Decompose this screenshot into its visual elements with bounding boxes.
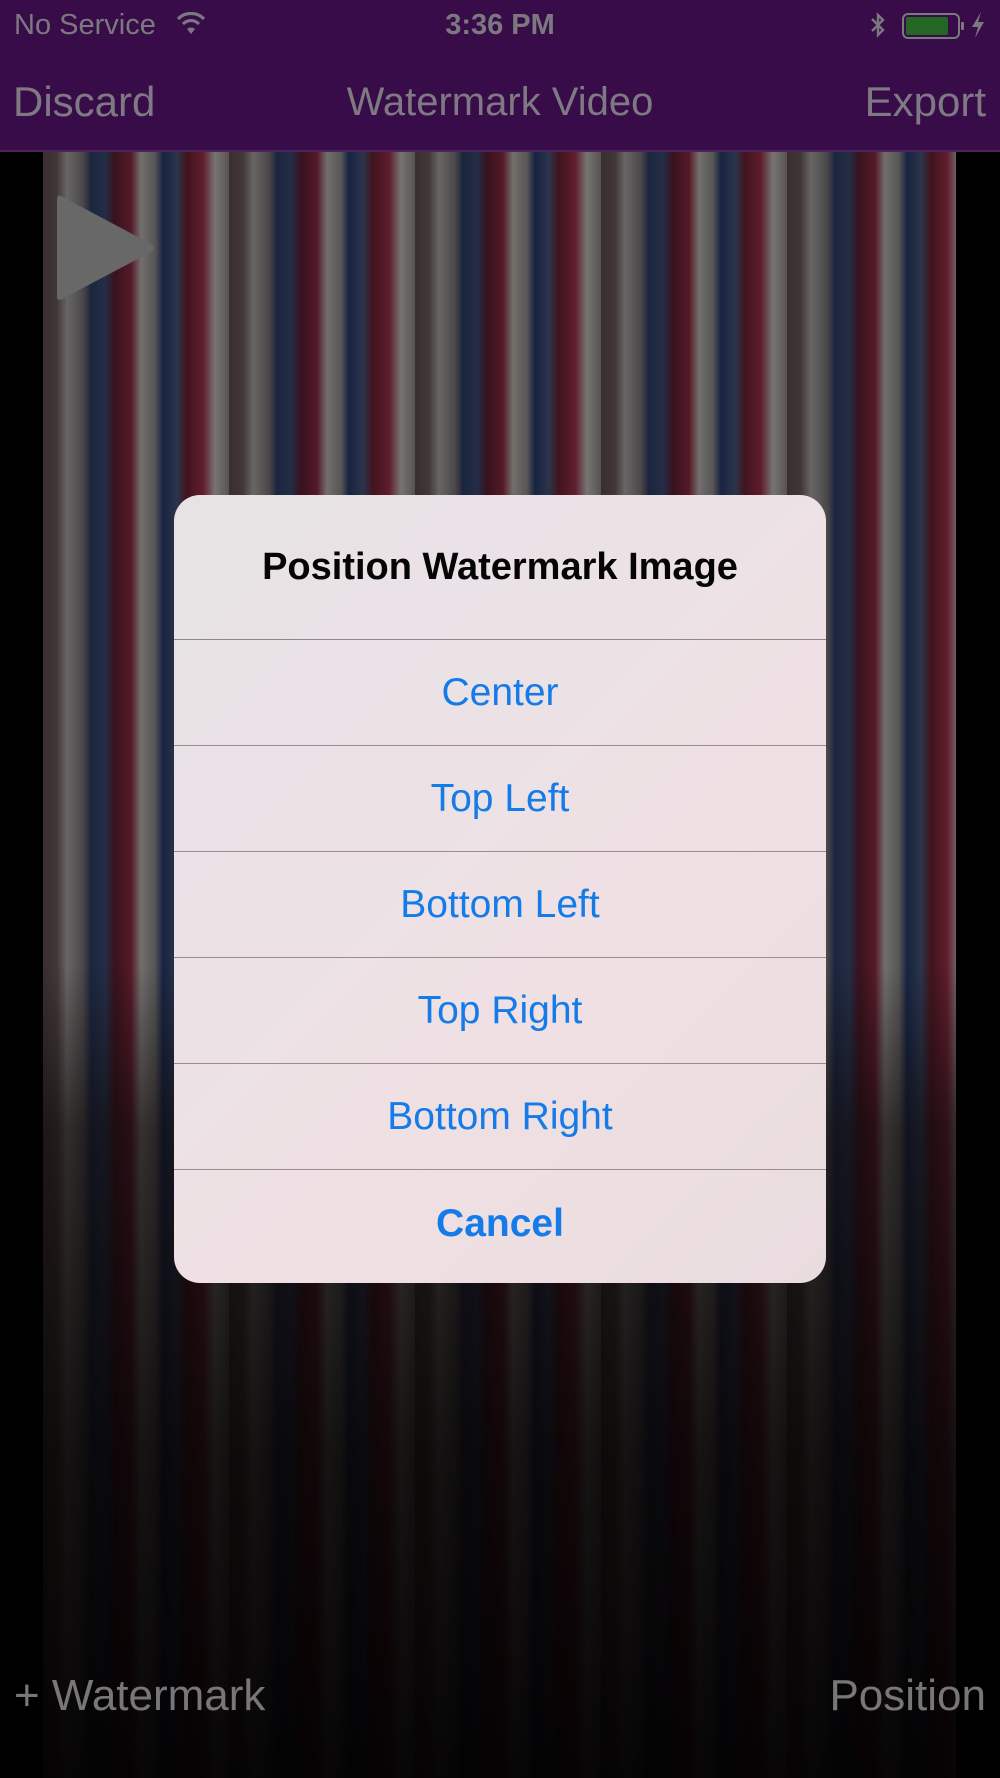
top-right-option-button[interactable]: Top Right [174, 958, 826, 1064]
position-alert: Position Watermark Image Center Top Left… [174, 495, 826, 1283]
alert-title: Position Watermark Image [174, 495, 826, 640]
center-option-button[interactable]: Center [174, 640, 826, 746]
bottom-left-option-button[interactable]: Bottom Left [174, 852, 826, 958]
bottom-right-option-button[interactable]: Bottom Right [174, 1064, 826, 1170]
top-left-option-button[interactable]: Top Left [174, 746, 826, 852]
cancel-button[interactable]: Cancel [174, 1170, 826, 1277]
